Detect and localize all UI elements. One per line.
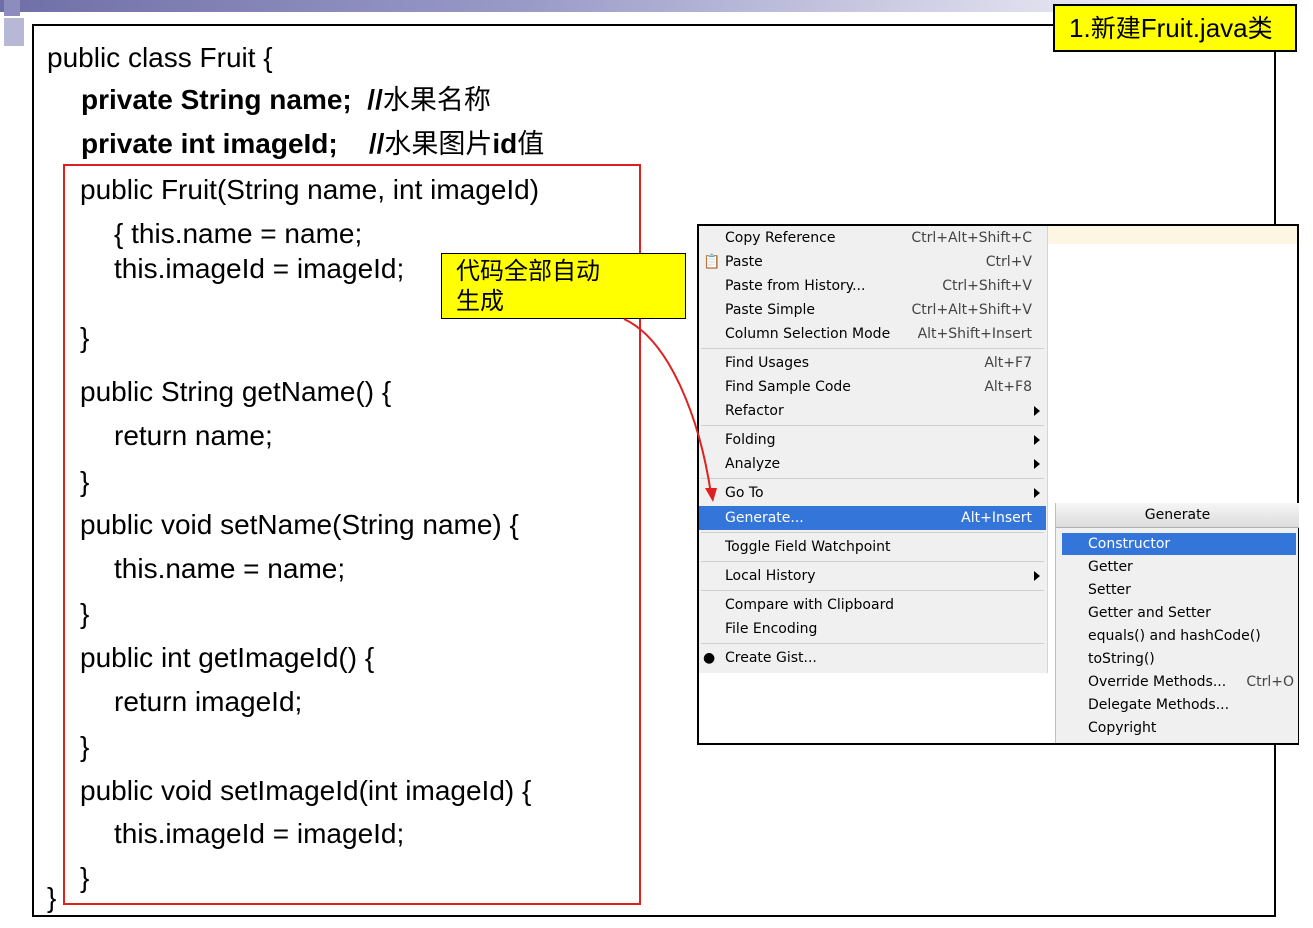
code-line: return name; — [114, 420, 273, 451]
menu-separator — [701, 532, 1044, 533]
editor-hint-strip — [1048, 226, 1297, 244]
menu-item-local-history[interactable]: Local History — [699, 564, 1046, 588]
code-line: this.name = name; — [114, 553, 346, 584]
generate-item-setter[interactable]: Setter — [1062, 579, 1296, 601]
menu-item-generate[interactable]: Generate... Alt+Insert — [699, 506, 1046, 530]
code-line: { this.name = name; — [114, 218, 363, 249]
menu-item-analyze[interactable]: Analyze — [699, 452, 1046, 476]
menu-item-column-selection-mode[interactable]: Column Selection Mode Alt+Shift+Insert — [699, 322, 1046, 346]
menu-separator — [701, 478, 1044, 479]
code-line: public String getName() { — [80, 376, 392, 407]
generate-item-copyright[interactable]: Copyright — [1062, 717, 1296, 739]
menu-item-find-sample-code[interactable]: Find Sample Code Alt+F8 — [699, 375, 1046, 399]
generate-item-equals-hashcode[interactable]: equals() and hashCode() — [1062, 625, 1296, 647]
menu-item-file-encoding[interactable]: File Encoding — [699, 617, 1046, 641]
menu-item-find-usages[interactable]: Find Usages Alt+F7 — [699, 351, 1046, 375]
menu-item-refactor[interactable]: Refactor — [699, 399, 1046, 423]
menu-separator — [701, 590, 1044, 591]
submenu-arrow-icon — [1034, 488, 1040, 498]
generate-submenu: Generate Constructor Getter Setter Gette… — [1055, 503, 1299, 743]
submenu-arrow-icon — [1034, 435, 1040, 445]
submenu-arrow-icon — [1034, 406, 1040, 416]
slide-corner-square — [4, 18, 24, 46]
menu-item-go-to[interactable]: Go To — [699, 481, 1046, 505]
menu-item-toggle-field-watchpoint[interactable]: Toggle Field Watchpoint — [699, 535, 1046, 559]
slide-title-note: 1.新建Fruit.java类 — [1053, 4, 1297, 52]
code-line: public void setName(String name) { — [80, 509, 519, 540]
generate-item-getter-and-setter[interactable]: Getter and Setter — [1062, 602, 1296, 624]
menu-item-paste[interactable]: 📋 Paste Ctrl+V — [699, 250, 1046, 274]
code-line: } — [80, 598, 90, 629]
context-menu-list: Copy Reference Ctrl+Alt+Shift+C 📋 Paste Ctr… — [699, 226, 1048, 673]
generate-item-getter[interactable]: Getter — [1062, 556, 1296, 578]
generate-item-tostring[interactable]: toString() — [1062, 648, 1296, 670]
code-line: private String name; //水果名称 — [81, 84, 491, 116]
menu-separator — [701, 643, 1044, 644]
code-line: public void setImageId(int imageId) { — [80, 775, 532, 806]
clipboard-icon: 📋 — [703, 254, 721, 270]
submenu-arrow-icon — [1034, 571, 1040, 581]
slide-corner-square — [4, 0, 20, 16]
code-line: return imageId; — [114, 686, 303, 717]
generate-item-override-methods[interactable]: Override Methods... Ctrl+O — [1062, 671, 1296, 693]
code-line: } — [80, 862, 90, 893]
auto-generate-callout: 代码全部自动 生成 — [441, 253, 686, 319]
code-line: } — [80, 322, 90, 353]
submenu-arrow-icon — [1034, 459, 1040, 469]
menu-item-paste-simple[interactable]: Paste Simple Ctrl+Alt+Shift+V — [699, 298, 1046, 322]
code-line: private int imageId; //水果图片id值 — [81, 128, 545, 160]
code-line: this.imageId = imageId; — [114, 253, 405, 284]
menu-separator — [701, 561, 1044, 562]
menu-item-create-gist[interactable]: ● Create Gist... — [699, 646, 1046, 670]
menu-item-copy-reference[interactable]: Copy Reference Ctrl+Alt+Shift+C — [699, 226, 1046, 250]
menu-item-compare-with-clipboard[interactable]: Compare with Clipboard — [699, 593, 1046, 617]
code-line: public int getImageId() { — [80, 642, 375, 673]
code-line: public class Fruit { — [47, 42, 273, 73]
generate-submenu-title: Generate — [1056, 503, 1299, 528]
menu-separator — [701, 348, 1044, 349]
code-line: this.imageId = imageId; — [114, 818, 405, 849]
code-line: } — [80, 466, 90, 497]
generate-item-delegate-methods[interactable]: Delegate Methods... — [1062, 694, 1296, 716]
menu-separator — [701, 425, 1044, 426]
code-line: public Fruit(String name, int imageId) — [80, 174, 540, 205]
code-line: } — [47, 882, 57, 913]
generate-item-constructor[interactable]: Constructor — [1062, 533, 1296, 555]
code-line: } — [80, 731, 90, 762]
menu-item-paste-from-history[interactable]: Paste from History... Ctrl+Shift+V — [699, 274, 1046, 298]
callout-line: 代码全部自动 — [456, 257, 600, 285]
menu-item-folding[interactable]: Folding — [699, 428, 1046, 452]
github-icon: ● — [703, 650, 716, 666]
callout-line: 生成 — [456, 287, 504, 315]
